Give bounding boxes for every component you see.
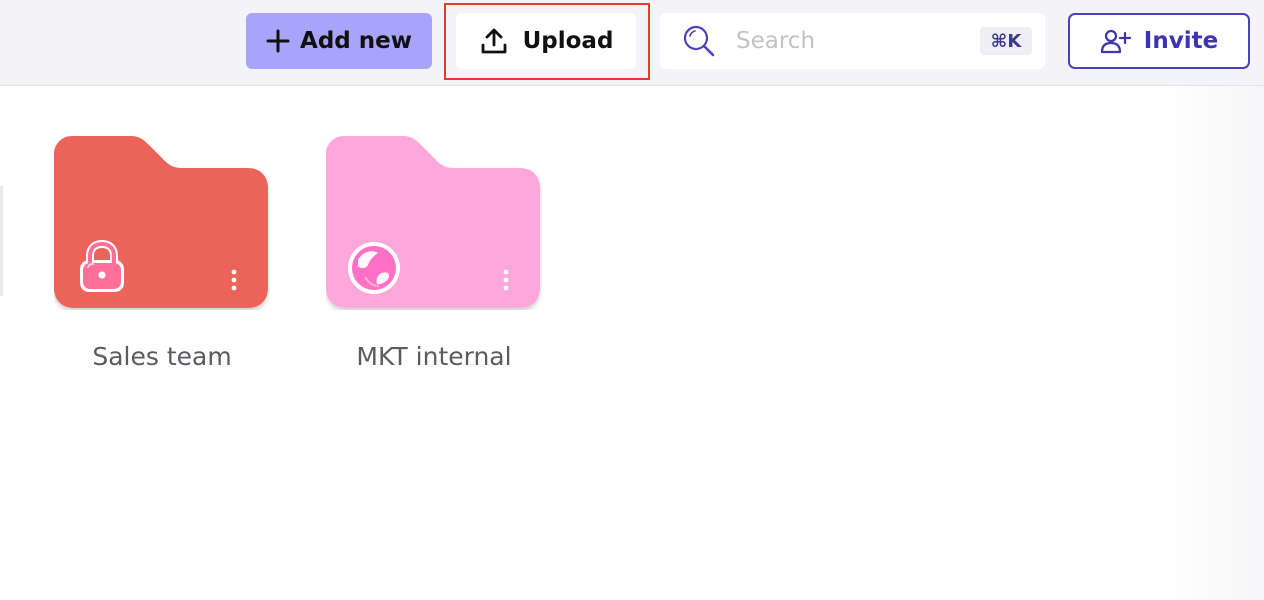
invite-button[interactable]: Invite bbox=[1068, 13, 1250, 69]
top-toolbar: Add new Upload ⌘K bbox=[0, 0, 1264, 86]
globe-icon bbox=[346, 240, 402, 296]
search-icon bbox=[682, 24, 716, 58]
folder-icon[interactable] bbox=[326, 136, 542, 310]
plus-icon bbox=[266, 29, 290, 53]
search-box[interactable]: ⌘K bbox=[660, 13, 1045, 69]
lock-icon bbox=[74, 240, 130, 296]
add-new-button[interactable]: Add new bbox=[246, 13, 432, 69]
folder-more-icon[interactable] bbox=[496, 266, 516, 294]
folder-name[interactable]: Sales team bbox=[24, 342, 300, 371]
folder-mkt-internal[interactable]: MKT internal bbox=[326, 136, 542, 371]
folder-sales-team[interactable]: Sales team bbox=[54, 136, 270, 371]
search-input[interactable] bbox=[736, 25, 966, 57]
upload-icon bbox=[479, 26, 509, 56]
folder-icon[interactable] bbox=[54, 136, 270, 310]
add-new-label: Add new bbox=[300, 28, 412, 54]
folder-name[interactable]: MKT internal bbox=[296, 342, 572, 371]
add-user-icon bbox=[1100, 28, 1132, 54]
left-panel-edge bbox=[0, 186, 3, 296]
app-window: Add new Upload ⌘K bbox=[0, 0, 1264, 600]
upload-label: Upload bbox=[522, 28, 614, 54]
search-shortcut-badge: ⌘K bbox=[980, 27, 1032, 55]
invite-label: Invite bbox=[1143, 28, 1219, 54]
upload-button[interactable]: Upload bbox=[456, 13, 636, 69]
folder-more-icon[interactable] bbox=[224, 266, 244, 294]
